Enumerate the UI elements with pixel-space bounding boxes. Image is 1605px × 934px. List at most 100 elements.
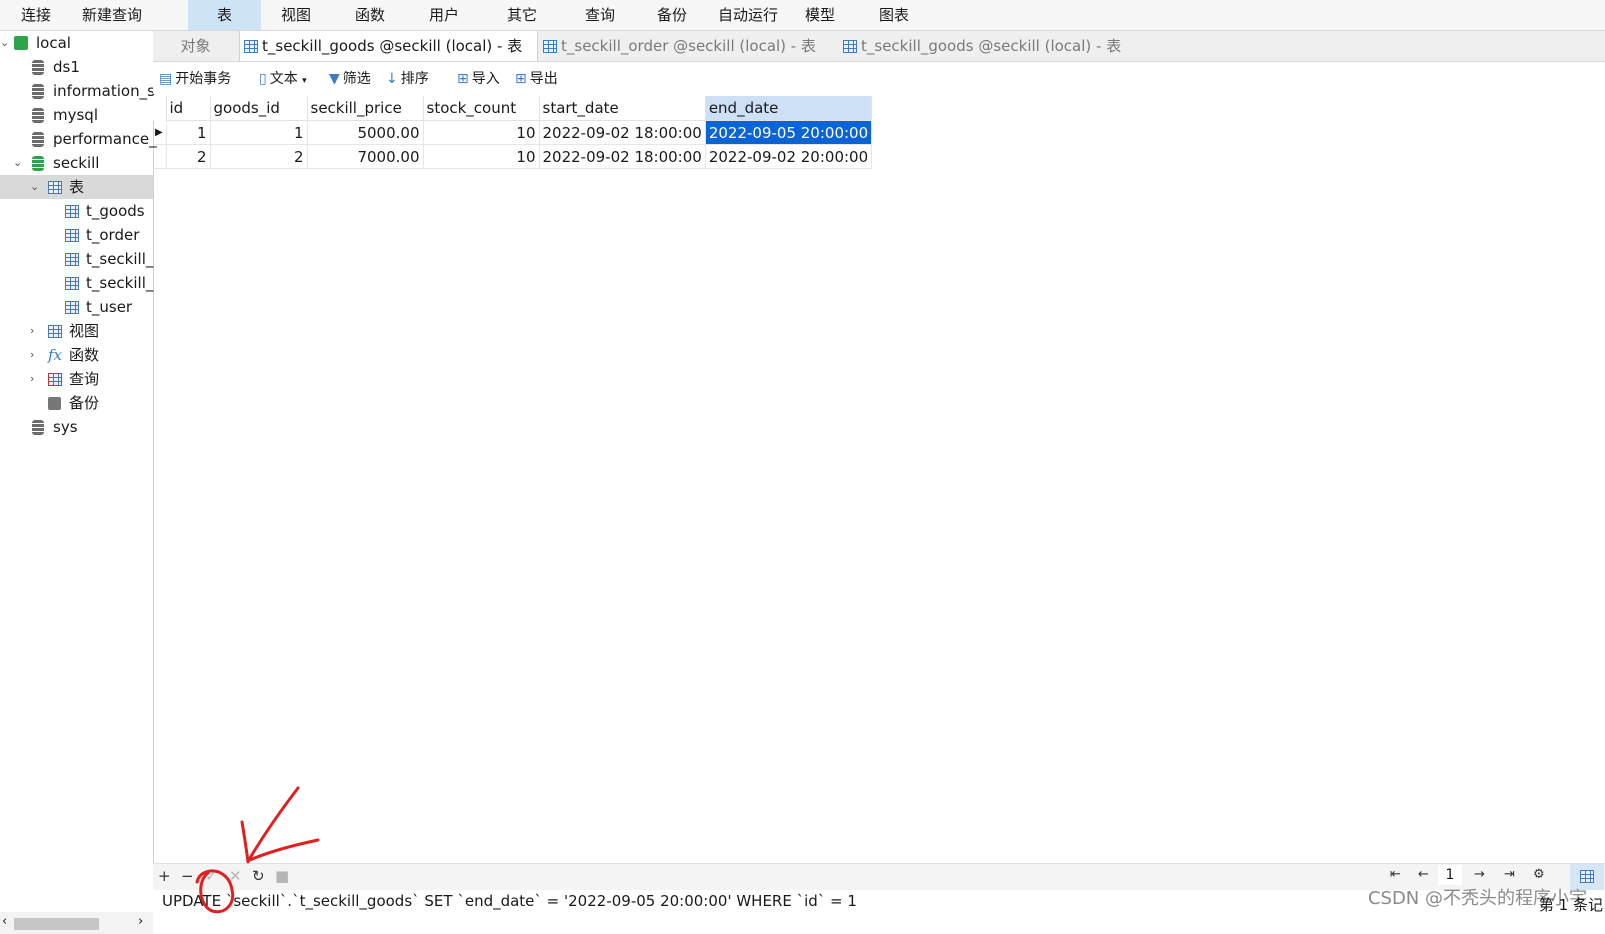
record-position: 第 1 条记: [1538, 896, 1603, 914]
add-record-icon[interactable]: +: [158, 867, 171, 885]
database-icon: [32, 108, 44, 123]
tree-label: seckill: [53, 154, 100, 172]
menu-user[interactable]: 用户: [412, 0, 476, 30]
table-row[interactable]: ▶ 1 1 5000.00 10 2022-09-02 18:00:00 202…: [153, 120, 873, 145]
chevron-right-icon[interactable]: ›: [30, 367, 34, 391]
menu-function[interactable]: 函数: [338, 0, 402, 30]
menu-connect[interactable]: 连接: [6, 0, 66, 30]
page-number-input[interactable]: 1: [1438, 865, 1462, 885]
dropdown-arrow-icon: ▾: [302, 76, 307, 86]
query-icon: [48, 373, 62, 386]
table-icon: [244, 40, 258, 53]
tree-label: mysql: [53, 106, 98, 124]
tree-label: t_goods: [86, 202, 145, 220]
column-header-start-date[interactable]: start_date: [539, 96, 706, 121]
menu-chart[interactable]: 图表: [862, 0, 926, 30]
menu-query[interactable]: 查询: [568, 0, 632, 30]
menu-view[interactable]: 视图: [264, 0, 328, 30]
menu-model[interactable]: 模型: [790, 0, 850, 30]
discard-changes-icon[interactable]: ✕: [229, 867, 242, 885]
column-header-goods-id[interactable]: goods_id: [210, 96, 308, 121]
apply-changes-icon[interactable]: ✓: [205, 867, 218, 885]
table-cell[interactable]: 2022-09-02 18:00:00: [539, 120, 706, 145]
table-cell[interactable]: 2: [166, 144, 211, 169]
current-row-indicator-icon: ▶: [153, 120, 167, 145]
last-page-icon[interactable]: ⇥: [1504, 867, 1515, 882]
connection-icon: [14, 36, 28, 50]
table-cell[interactable]: 1: [166, 120, 211, 145]
annotation-arrow: [240, 786, 320, 864]
column-header-seckill-price[interactable]: seckill_price: [307, 96, 424, 121]
button-label: 排序: [400, 71, 429, 87]
table-cell[interactable]: 7000.00: [307, 144, 424, 169]
menu-backup[interactable]: 备份: [640, 0, 704, 30]
tree-label: sys: [53, 418, 78, 436]
tree-label: 视图: [69, 322, 100, 340]
previous-page-icon[interactable]: ←: [1418, 867, 1429, 882]
tab-label: t_seckill_goods @seckill (local) - 表: [861, 37, 1122, 55]
scroll-right-icon[interactable]: ›: [138, 914, 143, 929]
status-bar: UPDATE `seckill`.`t_seckill_goods` SET `…: [153, 888, 1605, 934]
button-label: 筛选: [342, 71, 371, 87]
tree-label: ds1: [53, 58, 80, 76]
refresh-icon[interactable]: ↻: [252, 867, 265, 885]
tree-label: t_seckill_: [86, 274, 154, 292]
import-button[interactable]: ⊞ 导入: [457, 68, 500, 90]
tab-t-seckill-order[interactable]: t_seckill_order @seckill (local) - 表: [539, 31, 835, 61]
filter-button[interactable]: ▼ 筛选: [329, 68, 371, 90]
chevron-down-icon[interactable]: ⌄: [0, 31, 9, 55]
backup-icon: [48, 397, 61, 410]
tab-label: t_seckill_goods @seckill (local) - 表: [262, 37, 523, 55]
last-sql-statement: UPDATE `seckill`.`t_seckill_goods` SET `…: [162, 892, 857, 910]
chevron-down-icon[interactable]: ⌄: [13, 151, 22, 175]
column-header-stock-count[interactable]: stock_count: [423, 96, 540, 121]
next-page-icon[interactable]: →: [1474, 867, 1485, 882]
table-cell[interactable]: 10: [423, 120, 540, 145]
navigation-tree: ⌄ local ds1 information_s mysql performa…: [0, 31, 157, 934]
table-design-icon: [843, 40, 857, 53]
table-cell[interactable]: 2: [210, 144, 308, 169]
chevron-right-icon[interactable]: ›: [30, 319, 34, 343]
table-cell[interactable]: 2022-09-02 20:00:00: [705, 144, 873, 169]
chevron-down-icon[interactable]: ⌄: [30, 175, 39, 199]
tab-t-seckill-goods-design[interactable]: t_seckill_goods @seckill (local) - 表: [839, 31, 1139, 61]
button-label: 文本: [269, 71, 298, 87]
chevron-right-icon[interactable]: ›: [30, 343, 34, 367]
button-label: 开始事务: [175, 71, 232, 87]
export-button[interactable]: ⊞ 导出: [515, 68, 558, 90]
table-cell-selected[interactable]: 2022-09-05 20:00:00: [705, 120, 873, 145]
button-label: 导出: [529, 71, 558, 87]
delete-record-icon[interactable]: −: [181, 867, 194, 885]
column-header-end-date[interactable]: end_date: [705, 96, 873, 121]
table-cell[interactable]: 5000.00: [307, 120, 424, 145]
sort-button[interactable]: ↓ 排序: [386, 68, 429, 90]
function-icon: fx: [48, 346, 63, 364]
column-header-id[interactable]: id: [166, 96, 211, 121]
menu-other[interactable]: 其它: [490, 0, 554, 30]
button-label: 导入: [471, 71, 500, 87]
tree-label: t_seckill_: [86, 250, 154, 268]
table-cell[interactable]: 2022-09-02 18:00:00: [539, 144, 706, 169]
scrollbar-thumb[interactable]: [14, 918, 99, 930]
database-icon: [32, 84, 44, 99]
sort-icon: ↓: [386, 71, 398, 87]
table-row[interactable]: 2 2 7000.00 10 2022-09-02 18:00:00 2022-…: [153, 144, 873, 169]
menu-automation[interactable]: 自动运行: [710, 0, 786, 30]
begin-transaction-button[interactable]: ▤ 开始事务: [159, 68, 231, 90]
table-cell[interactable]: 10: [423, 144, 540, 169]
table-cell[interactable]: 1: [210, 120, 308, 145]
settings-gear-icon[interactable]: ⚙: [1533, 867, 1545, 882]
sidebar-horizontal-scrollbar[interactable]: ‹ ›: [0, 912, 153, 934]
menu-table[interactable]: 表: [188, 0, 261, 30]
first-page-icon[interactable]: ⇤: [1390, 867, 1401, 882]
tab-objects[interactable]: 对象: [153, 31, 238, 61]
scroll-left-icon[interactable]: ‹: [2, 914, 7, 929]
table-icon: [65, 253, 79, 266]
text-view-button[interactable]: ▯ 文本 ▾: [259, 68, 307, 90]
table-icon: [48, 181, 62, 194]
database-icon: [32, 156, 44, 171]
stop-icon[interactable]: ■: [275, 867, 289, 885]
tab-t-seckill-goods-active[interactable]: t_seckill_goods @seckill (local) - 表: [239, 31, 538, 61]
menu-new-query[interactable]: 新建查询: [74, 0, 150, 30]
tree-group-tables[interactable]: ⌄ 表: [0, 175, 153, 199]
